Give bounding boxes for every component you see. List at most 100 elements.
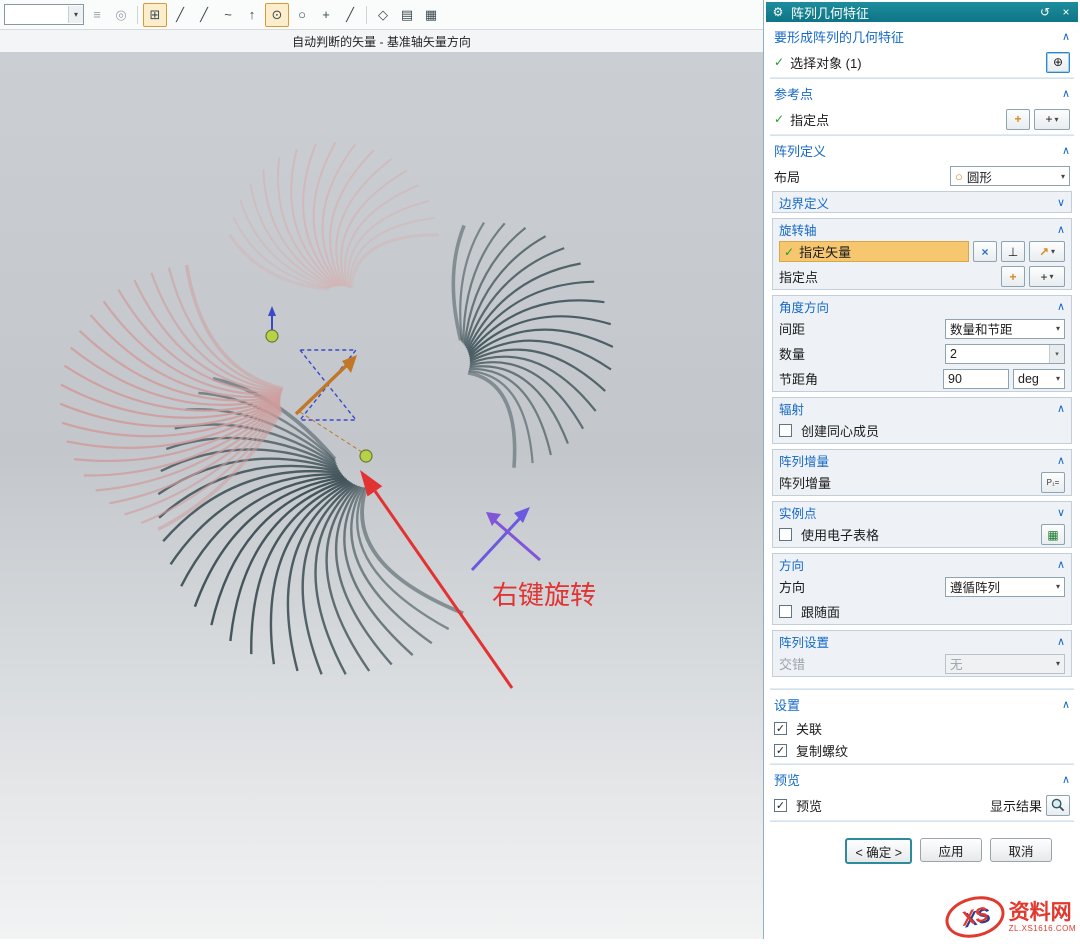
axis-up-icon[interactable]: ↑: [241, 4, 263, 26]
ok-button[interactable]: < 确定 >: [845, 838, 912, 864]
associative-checkbox[interactable]: ✓: [774, 722, 787, 735]
spline-icon[interactable]: ~: [217, 4, 239, 26]
stagger-value: 无: [950, 654, 1052, 673]
chevron-up-icon[interactable]: ∧: [1057, 300, 1065, 313]
close-icon[interactable]: ×: [1058, 5, 1074, 19]
chevron-down-icon[interactable]: ∨: [1057, 506, 1065, 519]
create-concentric-checkbox[interactable]: [779, 424, 792, 437]
circle-layout-icon: ○: [955, 169, 963, 184]
show-result-label: 显示结果: [990, 796, 1042, 815]
pattern-settings-header[interactable]: 阵列设置 ∧: [773, 631, 1071, 651]
status-hint: 自动判断的矢量 - 基准轴矢量方向: [0, 30, 763, 53]
flag-icon[interactable]: ▦: [420, 4, 442, 26]
count-field[interactable]: 2 ▾: [945, 344, 1065, 364]
chevron-up-icon[interactable]: ∧: [1057, 223, 1065, 236]
increment-label: 阵列增量: [779, 473, 831, 492]
inferred-vector-icon: ↗: [1039, 245, 1049, 259]
reset-icon[interactable]: ↺: [1037, 5, 1053, 19]
layers-icon[interactable]: ▤: [396, 4, 418, 26]
select-object-label: 选择对象 (1): [790, 53, 862, 72]
point-dialog-button[interactable]: +: [1001, 266, 1025, 287]
chevron-up-icon[interactable]: ∧: [1062, 773, 1070, 786]
section-pattern-definition-header[interactable]: 阵列定义 ∧: [766, 138, 1078, 163]
angle-direction-header[interactable]: 角度方向 ∧: [773, 296, 1071, 316]
point-dialog-button[interactable]: +: [1006, 109, 1030, 130]
chevron-down-icon: ▾: [1056, 582, 1060, 591]
spreadsheet-button[interactable]: ▦: [1041, 524, 1065, 545]
unit-value: deg: [1018, 372, 1052, 386]
section-preview-header[interactable]: 预览 ∧: [766, 767, 1078, 792]
chevron-up-icon[interactable]: ∧: [1057, 454, 1065, 467]
associative-label: 关联: [796, 719, 822, 738]
pitch-angle-field[interactable]: 90: [943, 369, 1009, 389]
chevron-up-icon[interactable]: ∧: [1057, 635, 1065, 648]
handle-ball[interactable]: [360, 450, 372, 462]
angle-line-icon[interactable]: ╱: [339, 4, 361, 26]
instance-points-header[interactable]: 实例点 ∨: [773, 502, 1071, 522]
vector-dialog-icon: ⊥: [1008, 245, 1018, 259]
chevron-up-icon[interactable]: ∧: [1062, 30, 1070, 43]
chevron-down-icon[interactable]: ∨: [1057, 196, 1065, 209]
formula-toggle-icon[interactable]: ▾: [1049, 345, 1064, 363]
follow-face-checkbox[interactable]: [779, 605, 792, 618]
pattern-definition-groups: 边界定义 ∨ 旋转轴 ∧ ✓ 指定矢量 × ⊥ ↗: [772, 191, 1072, 682]
copy-threads-checkbox[interactable]: ✓: [774, 744, 787, 757]
spacing-dropdown[interactable]: 数量和节距 ▾: [945, 319, 1065, 339]
plane-icon[interactable]: ◇: [372, 4, 394, 26]
line-alt-icon[interactable]: ╱: [193, 4, 215, 26]
vector-type-combo[interactable]: ▾: [4, 4, 84, 25]
preview-checkbox[interactable]: ✓: [774, 799, 787, 812]
specify-vector-highlight[interactable]: ✓ 指定矢量: [779, 241, 969, 262]
copy-threads-label: 复制螺纹: [796, 741, 848, 760]
section-settings-header[interactable]: 设置 ∧: [766, 692, 1078, 717]
radiate-header[interactable]: 辐射 ∧: [773, 398, 1071, 418]
separator: [770, 763, 1074, 765]
graphics-viewport[interactable]: 右键旋转: [0, 52, 763, 939]
chevron-up-icon[interactable]: ∧: [1057, 402, 1065, 415]
chevron-down-icon: ▾: [1056, 659, 1060, 668]
cancel-button[interactable]: 取消: [990, 838, 1052, 862]
vector-dialog-button[interactable]: ⊥: [1001, 241, 1025, 262]
point-method-dropdown[interactable]: + ▾: [1029, 266, 1065, 287]
magnifier-icon: [1051, 798, 1065, 812]
handle-ball[interactable]: [266, 330, 278, 342]
gear-icon[interactable]: ⚙: [770, 5, 786, 19]
vector-method-dropdown[interactable]: ↗ ▾: [1029, 241, 1065, 262]
point-method-dropdown[interactable]: + ▾: [1034, 109, 1070, 130]
watermark-text: 资料网 ZL.XS1616.COM: [1009, 902, 1076, 933]
chevron-up-icon[interactable]: ∧: [1062, 144, 1070, 157]
use-spreadsheet-checkbox[interactable]: [779, 528, 792, 541]
apply-button[interactable]: 应用: [920, 838, 982, 862]
increment-button[interactable]: P₁=: [1041, 472, 1065, 493]
show-result-button[interactable]: [1046, 795, 1070, 816]
target-icon[interactable]: ◎: [110, 4, 132, 26]
select-scope-button[interactable]: ⊕: [1046, 52, 1070, 73]
axis-specify-point-row: 指定点 + + ▾: [773, 264, 1071, 289]
chevron-up-icon[interactable]: ∧: [1062, 698, 1070, 711]
circle-center-icon[interactable]: ⊙: [265, 3, 289, 27]
boundary-header[interactable]: 边界定义 ∨: [773, 192, 1071, 212]
layout-dropdown[interactable]: ○ 圆形 ▾: [950, 166, 1070, 186]
chevron-up-icon[interactable]: ∧: [1062, 87, 1070, 100]
section-reference-point-header[interactable]: 参考点 ∧: [766, 81, 1078, 106]
pitch-angle-value: 90: [944, 372, 1008, 386]
orientation-header[interactable]: 方向 ∧: [773, 554, 1071, 574]
section-geometry-header[interactable]: 要形成阵列的几何特征 ∧: [766, 24, 1078, 49]
orientation-dropdown[interactable]: 遵循阵列 ▾: [945, 577, 1065, 597]
unit-dropdown[interactable]: deg ▾: [1013, 369, 1065, 389]
dialog-titlebar[interactable]: ⚙ 阵列几何特征 ↺ ×: [766, 2, 1078, 22]
use-spreadsheet-label: 使用电子表格: [801, 525, 879, 544]
toolbar-separator: [366, 6, 367, 24]
pattern-grid-icon[interactable]: ⊞: [143, 3, 167, 27]
rotation-axis-header[interactable]: 旋转轴 ∧: [773, 219, 1071, 239]
chevron-down-icon[interactable]: ▾: [68, 6, 83, 23]
line-icon[interactable]: ╱: [169, 4, 191, 26]
vector-reverse-button[interactable]: ×: [973, 241, 997, 262]
increment-header[interactable]: 阵列增量 ∧: [773, 450, 1071, 470]
chevron-up-icon[interactable]: ∧: [1057, 558, 1065, 571]
point-plus-icon[interactable]: +: [315, 4, 337, 26]
menu-icon[interactable]: ≡: [86, 4, 108, 26]
select-scope-icon: ⊕: [1053, 55, 1063, 69]
point-inferred-icon: +: [1045, 112, 1052, 126]
circle-icon[interactable]: ○: [291, 4, 313, 26]
